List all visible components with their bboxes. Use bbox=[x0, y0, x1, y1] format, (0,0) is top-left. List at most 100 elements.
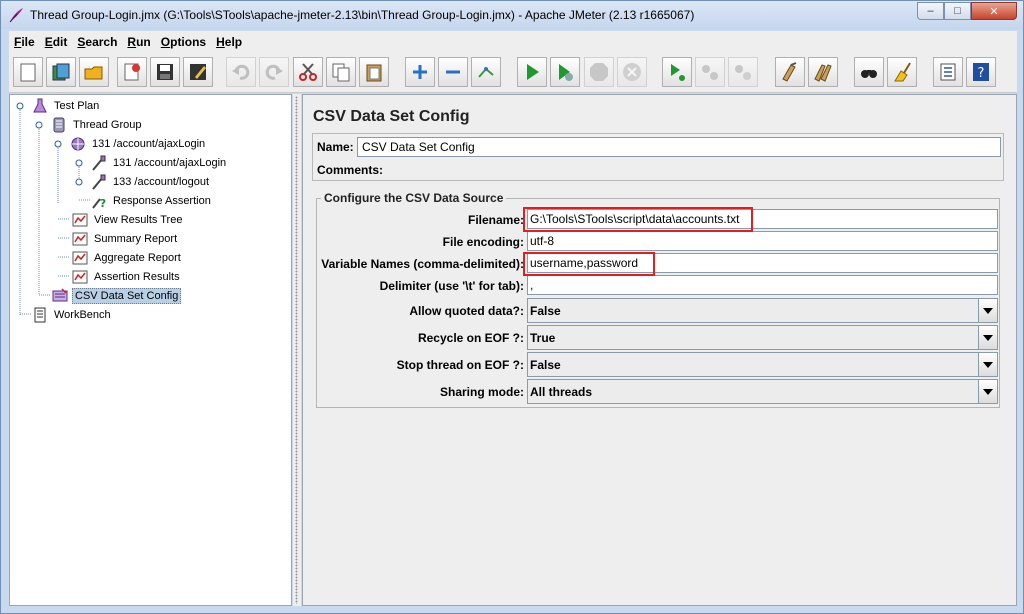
collapse-all-button[interactable] bbox=[438, 57, 468, 87]
stop-button[interactable] bbox=[584, 57, 614, 87]
sharing-mode-label: Sharing mode: bbox=[439, 385, 524, 399]
toolbar: ? bbox=[9, 53, 1017, 93]
recycle-eof-select[interactable]: True bbox=[527, 325, 998, 350]
variable-names-highlight-box bbox=[523, 252, 655, 276]
menu-run[interactable]: Run bbox=[122, 35, 155, 49]
tree-item-label: CSV Data Set Config bbox=[72, 288, 182, 304]
cut-icon bbox=[299, 63, 317, 81]
tree-item-csv-data-set-config[interactable]: CSV Data Set Config bbox=[52, 287, 182, 305]
comments-label: Comments: bbox=[317, 163, 384, 177]
allow-quoted-select[interactable]: False bbox=[527, 298, 998, 323]
menu-search-label: earch bbox=[85, 35, 118, 49]
tree-item-view-results-tree[interactable]: View Results Tree bbox=[72, 211, 184, 229]
copy-button[interactable] bbox=[326, 57, 356, 87]
remote-shutdown-button[interactable] bbox=[728, 57, 758, 87]
tree-item-response-assertion[interactable]: ? Response Assertion bbox=[91, 192, 213, 210]
undo-button[interactable] bbox=[226, 57, 256, 87]
name-comments-box: Name: CSV Data Set Config Comments: bbox=[312, 133, 1004, 181]
tree-item-label: Test Plan bbox=[54, 100, 100, 112]
svg-text:?: ? bbox=[100, 197, 106, 209]
maximize-button[interactable]: □ bbox=[944, 2, 971, 20]
tree-item-http-sampler-login[interactable]: 131 /account/ajaxLogin bbox=[91, 154, 228, 172]
listener-icon bbox=[72, 232, 88, 246]
jmeter-feather-icon bbox=[9, 8, 23, 23]
stop-icon bbox=[590, 63, 608, 81]
assertion-icon: ? bbox=[92, 197, 106, 209]
save-button[interactable] bbox=[150, 57, 180, 87]
chevron-down-icon[interactable] bbox=[978, 326, 997, 349]
expand-all-button[interactable] bbox=[405, 57, 435, 87]
remote-stop-button[interactable] bbox=[695, 57, 725, 87]
save-as-icon bbox=[190, 64, 206, 80]
menu-options-label: ptions bbox=[170, 35, 207, 49]
menu-help[interactable]: Help bbox=[211, 35, 247, 49]
file-encoding-field[interactable]: utf-8 bbox=[527, 231, 998, 251]
toggle-button[interactable] bbox=[471, 57, 501, 87]
search-button[interactable] bbox=[854, 57, 884, 87]
new-button[interactable] bbox=[13, 57, 43, 87]
menu-edit[interactable]: Edit bbox=[40, 35, 73, 49]
chevron-down-icon[interactable] bbox=[978, 380, 997, 403]
reset-search-button[interactable] bbox=[887, 57, 917, 87]
group-title: Configure the CSV Data Source bbox=[321, 191, 507, 205]
sharing-mode-select[interactable]: All threads bbox=[527, 379, 998, 404]
pane-splitter[interactable] bbox=[293, 94, 301, 606]
config-panel: CSV Data Set Config Name: CSV Data Set C… bbox=[302, 94, 1017, 606]
test-plan-tree: Test Plan Thread Group 131 /account/ajax… bbox=[9, 94, 292, 606]
menu-file[interactable]: File bbox=[9, 35, 40, 49]
tree-item-transaction-controller[interactable]: 131 /account/ajaxLogin bbox=[70, 135, 207, 153]
tree-item-aggregate-report[interactable]: Aggregate Report bbox=[72, 249, 183, 267]
save-as-button[interactable] bbox=[183, 57, 213, 87]
remote-shutdown-icon bbox=[735, 65, 751, 80]
tree-item-test-plan[interactable]: Test Plan bbox=[32, 97, 101, 115]
cut-button[interactable] bbox=[293, 57, 323, 87]
menu-search[interactable]: Search bbox=[72, 35, 122, 49]
remote-start-button[interactable] bbox=[662, 57, 692, 87]
workbench-icon bbox=[34, 307, 46, 323]
shutdown-icon bbox=[623, 63, 641, 81]
recycle-eof-label: Recycle on EOF ?: bbox=[417, 331, 524, 345]
stop-thread-eof-select[interactable]: False bbox=[527, 352, 998, 377]
close-file-button[interactable] bbox=[117, 57, 147, 87]
tree-item-workbench[interactable]: WorkBench bbox=[32, 306, 113, 324]
tree-item-summary-report[interactable]: Summary Report bbox=[72, 230, 179, 248]
save-icon bbox=[157, 64, 173, 80]
help-button[interactable]: ? bbox=[966, 57, 996, 87]
paste-button[interactable] bbox=[359, 57, 389, 87]
collapse-icon bbox=[446, 70, 460, 74]
menu-options[interactable]: Options bbox=[156, 35, 211, 49]
clear-button[interactable] bbox=[775, 57, 805, 87]
redo-button[interactable] bbox=[259, 57, 289, 87]
menu-edit-mnemonic: E bbox=[44, 35, 53, 49]
title-bar: Thread Group-Login.jmx (G:\Tools\STools\… bbox=[1, 1, 1023, 29]
allow-quoted-value: False bbox=[530, 304, 561, 318]
start-no-pauses-button[interactable] bbox=[550, 57, 580, 87]
minimize-button[interactable]: – bbox=[917, 2, 944, 20]
name-field[interactable]: CSV Data Set Config bbox=[357, 137, 1001, 157]
remote-start-icon bbox=[671, 64, 685, 81]
chevron-down-icon[interactable] bbox=[978, 353, 997, 376]
file-encoding-label: File encoding: bbox=[442, 235, 524, 249]
tree-item-label: 133 /account/logout bbox=[113, 176, 210, 188]
comments-field[interactable] bbox=[389, 161, 1001, 179]
tree-item-http-sampler-logout[interactable]: 133 /account/logout bbox=[91, 173, 211, 191]
clear-all-button[interactable] bbox=[808, 57, 838, 87]
menu-file-label: ile bbox=[21, 35, 35, 49]
listener-icon bbox=[72, 213, 88, 227]
transaction-controller-icon bbox=[71, 137, 85, 151]
close-button[interactable]: ✕ bbox=[971, 2, 1017, 20]
chevron-down-icon[interactable] bbox=[978, 299, 997, 322]
menu-help-label: elp bbox=[224, 35, 243, 49]
open-button[interactable] bbox=[79, 57, 109, 87]
tree-item-thread-group[interactable]: Thread Group bbox=[51, 116, 143, 134]
stop-thread-eof-label: Stop thread on EOF ?: bbox=[396, 358, 524, 372]
shutdown-button[interactable] bbox=[617, 57, 647, 87]
tree-item-assertion-results[interactable]: Assertion Results bbox=[72, 268, 182, 286]
variable-names-label: Variable Names (comma-delimited): bbox=[321, 257, 524, 271]
delimiter-field[interactable]: , bbox=[527, 275, 998, 295]
window-title: Thread Group-Login.jmx (G:\Tools\STools\… bbox=[30, 8, 695, 22]
function-helper-button[interactable] bbox=[933, 57, 963, 87]
templates-button[interactable] bbox=[46, 57, 76, 87]
start-button[interactable] bbox=[517, 57, 547, 87]
delimiter-label: Delimiter (use '\t' for tab): bbox=[379, 279, 524, 293]
